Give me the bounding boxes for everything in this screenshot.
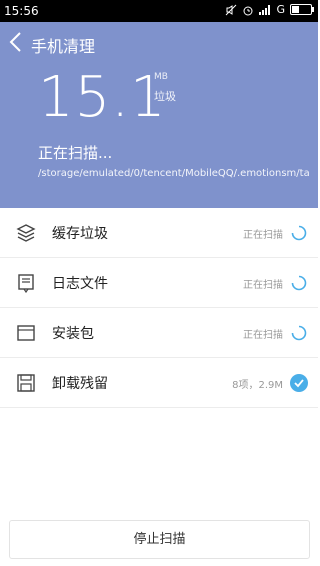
alarm-icon (243, 6, 253, 15)
checkmark-icon[interactable] (290, 374, 308, 392)
stop-scan-button[interactable]: 停止扫描 (9, 520, 310, 559)
back-arrow-icon[interactable] (6, 30, 26, 54)
junk-size-unit: MB (154, 72, 168, 82)
category-list: 缓存垃圾 正在扫描 日志文件 正在扫描 安装包 正在扫描 卸载残留 8项，2.9… (0, 208, 318, 408)
status-bar: 15:56 G (0, 0, 318, 22)
list-item-residual[interactable]: 卸载残留 8项，2.9M (0, 358, 318, 408)
item-label: 安装包 (52, 326, 94, 342)
status-icons: G (225, 3, 314, 16)
list-item-logs[interactable]: 日志文件 正在扫描 (0, 258, 318, 308)
signal-icon (259, 4, 271, 15)
item-status: 正在扫描 (243, 280, 283, 291)
list-item-apk[interactable]: 安装包 正在扫描 (0, 308, 318, 358)
cleaner-header: 手机清理 15.1 MB 垃圾 正在扫描... /storage/emulate… (0, 22, 318, 208)
list-item-cache[interactable]: 缓存垃圾 正在扫描 (0, 208, 318, 258)
loading-spinner-icon (291, 325, 307, 341)
floppy-icon (17, 374, 35, 392)
mute-icon (226, 4, 237, 15)
junk-size-value: 15.1 (38, 65, 167, 130)
junk-size-label: 垃圾 (154, 90, 176, 103)
item-status: 正在扫描 (243, 230, 283, 241)
status-time: 15:56 (4, 4, 39, 18)
scan-path: /storage/emulated/0/tencent/MobileQQ/.em… (38, 168, 310, 179)
battery-icon (290, 4, 314, 15)
item-label: 缓存垃圾 (52, 226, 108, 242)
item-label: 卸载残留 (52, 376, 108, 392)
network-type: G (276, 3, 285, 16)
layers-icon (16, 224, 36, 242)
loading-spinner-icon (291, 275, 307, 291)
log-book-icon (18, 274, 34, 293)
page-title: 手机清理 (31, 37, 96, 56)
scanning-status: 正在扫描... (38, 144, 113, 162)
loading-spinner-icon (291, 225, 307, 241)
item-status: 8项，2.9M (232, 380, 283, 391)
item-status: 正在扫描 (243, 330, 283, 341)
item-label: 日志文件 (52, 276, 108, 292)
package-icon (17, 325, 35, 341)
